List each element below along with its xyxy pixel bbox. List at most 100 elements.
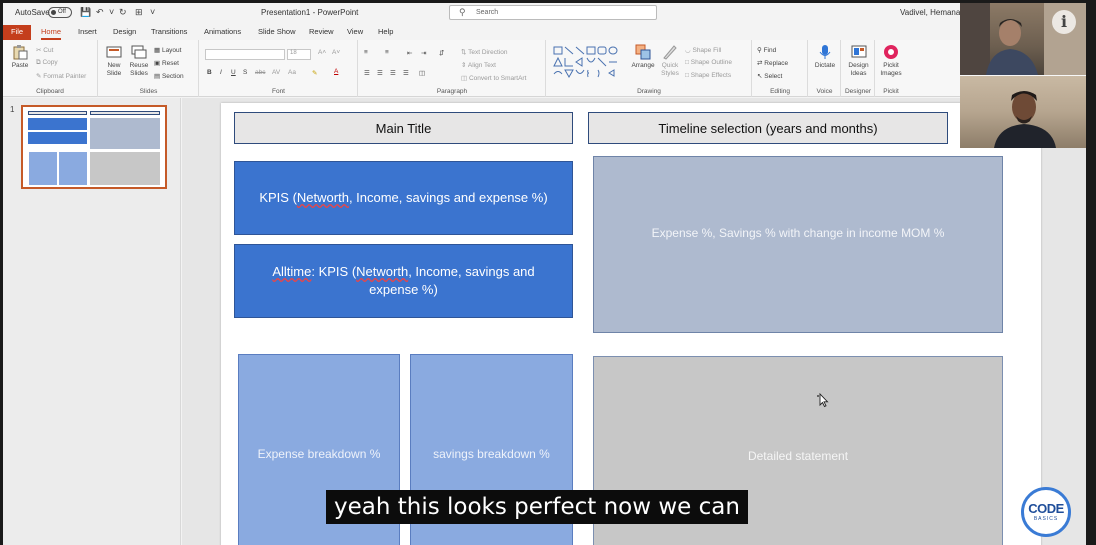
dictate-button[interactable]: Dictate (811, 44, 839, 70)
tab-slide-show[interactable]: Slide Show (258, 26, 296, 40)
search-box[interactable]: ⚲ Search (449, 5, 657, 20)
convert-smartart-button[interactable]: ◫ Convert to SmartArt (461, 74, 526, 82)
thumb-timeline (90, 111, 160, 115)
ribbon-tabs: File Home Insert Design Transitions Anim… (3, 24, 1086, 40)
change-case-icon[interactable]: Aa (288, 69, 296, 76)
select-button[interactable]: ↖ Select (757, 72, 782, 80)
document-title: Presentation1 - PowerPoint (261, 8, 359, 17)
italic-icon[interactable]: I (220, 69, 222, 76)
reuse-slides-button[interactable]: Reuse Slides (128, 44, 150, 78)
new-slide-button[interactable]: New Slide (103, 44, 125, 78)
ribbon: Paste ✂ Cut ⧉ Copy ✎ Format Painter Clip… (3, 40, 1086, 97)
reset-button[interactable]: ▣ Reset (154, 59, 179, 67)
save-icon[interactable]: 💾 (80, 7, 91, 18)
main-title-box[interactable]: Main Title (234, 112, 573, 144)
design-ideas-label: Design Ideas (848, 62, 869, 77)
mouse-cursor-icon (817, 392, 829, 408)
text-direction-button[interactable]: ⇅ Text Direction (461, 48, 508, 56)
format-painter-label: Format Painter (43, 73, 87, 80)
reuse-slides-label: Reuse Slides (129, 62, 149, 77)
voice-group: Dictate Voice (809, 40, 841, 97)
tab-file[interactable]: File (3, 25, 32, 40)
alltime-text: Alltime: KPIS (Networth, Income, savings… (247, 263, 560, 299)
paste-button[interactable]: Paste (9, 44, 31, 70)
thumb-alltime (28, 132, 87, 144)
pickit-images-button[interactable]: Pickit Images (877, 44, 905, 78)
alltime-kpis-box[interactable]: Alltime: KPIS (Networth, Income, savings… (234, 244, 573, 318)
clipboard-group: Paste ✂ Cut ⧉ Copy ✎ Format Painter Clip… (3, 40, 98, 97)
tab-design[interactable]: Design (113, 26, 136, 40)
replace-button[interactable]: ⇄ Replace (757, 59, 788, 67)
redo-icon[interactable]: ↻ (119, 7, 127, 18)
shape-outline-button[interactable]: □ Shape Outline (685, 59, 732, 66)
shrink-font-icon[interactable]: A˅ (332, 49, 340, 56)
tab-animations[interactable]: Animations (204, 26, 241, 40)
increase-indent-icon[interactable]: ⇥ (421, 49, 426, 57)
tab-insert[interactable]: Insert (78, 26, 97, 40)
tab-view[interactable]: View (347, 26, 363, 40)
align-left-icon[interactable]: ☰ (364, 69, 370, 77)
timeline-selection-box[interactable]: Timeline selection (years and months) (588, 112, 948, 144)
video-subtitle: yeah this looks perfect now we can (326, 490, 748, 524)
strikethrough-icon[interactable]: abc (255, 69, 265, 76)
align-center-icon[interactable]: ☰ (377, 69, 383, 77)
line-spacing-icon[interactable]: ⇵ (439, 49, 444, 57)
numbering-icon[interactable]: ≡ (385, 49, 389, 56)
tab-review[interactable]: Review (309, 26, 334, 40)
cut-button[interactable]: ✂ Cut (36, 46, 53, 54)
bullets-icon[interactable]: ≡ (364, 49, 368, 56)
slide[interactable]: Main Title Timeline selection (years and… (221, 103, 1041, 545)
alltime-prefix: : KPIS ( (311, 264, 357, 279)
layout-button[interactable]: ▦ Layout (154, 46, 181, 54)
shape-effects-label: Shape Effects (690, 72, 732, 79)
font-group: 18 A˄ A˅ B I U S abc AV Aa ✎ A Font (200, 40, 358, 97)
user-name[interactable]: Vadivel, Hemanand (900, 8, 969, 17)
info-icon[interactable]: i (1052, 10, 1076, 34)
section-button[interactable]: ▤ Section (154, 72, 184, 80)
tab-home[interactable]: Home (41, 26, 62, 40)
font-name-box[interactable] (205, 49, 285, 60)
decrease-indent-icon[interactable]: ⇤ (407, 49, 412, 57)
grow-font-icon[interactable]: A˄ (318, 49, 326, 56)
kpis-networth: Networth (296, 190, 349, 205)
align-text-button[interactable]: ⇕ Align Text (461, 61, 496, 69)
arrange-button[interactable]: Arrange (631, 44, 655, 70)
shadow-icon[interactable]: S (243, 69, 247, 76)
char-spacing-icon[interactable]: AV (272, 69, 280, 76)
participant-2-silhouette (994, 91, 1056, 148)
autosave-toggle[interactable]: Off (48, 7, 72, 18)
shapes-gallery[interactable] (552, 45, 630, 79)
copy-label: Copy (42, 59, 58, 66)
customize-qat-icon[interactable]: ⊞ (135, 7, 143, 18)
more-icon[interactable]: ˅ (150, 7, 155, 17)
design-ideas-button[interactable]: Design Ideas (844, 44, 873, 78)
shape-fill-button[interactable]: ◡ Shape Fill (685, 46, 721, 54)
highlight-icon[interactable]: ✎ (312, 69, 317, 77)
paste-label: Paste (11, 62, 29, 69)
undo-dropdown-icon[interactable]: ˅ (109, 7, 114, 17)
undo-icon[interactable]: ↶ (96, 7, 104, 18)
copy-button[interactable]: ⧉ Copy (36, 59, 58, 67)
pickit-icon (884, 45, 898, 59)
designer-group: Design Ideas Designer (842, 40, 875, 97)
justify-icon[interactable]: ☰ (403, 69, 409, 77)
align-right-icon[interactable]: ☰ (390, 69, 396, 77)
slide-thumbnail[interactable] (21, 105, 167, 189)
webcam-participant-2 (960, 76, 1086, 148)
find-button[interactable]: ⚲ Find (757, 46, 776, 54)
tab-transitions[interactable]: Transitions (151, 26, 187, 40)
format-painter-button[interactable]: ✎ Format Painter (36, 72, 86, 80)
new-slide-icon (106, 46, 122, 58)
expense-savings-mom-box[interactable]: Expense %, Savings % with change in inco… (593, 156, 1003, 333)
autosave-label: AutoSave (15, 8, 50, 17)
underline-icon[interactable]: U (231, 69, 236, 76)
quick-styles-button[interactable]: Quick Styles (657, 44, 683, 78)
tab-help[interactable]: Help (378, 26, 393, 40)
slide-thumbnail-pane: 1 (3, 98, 181, 545)
shape-effects-button[interactable]: □ Shape Effects (685, 72, 731, 79)
bold-icon[interactable]: B (207, 69, 212, 76)
font-size-box[interactable]: 18 (287, 49, 311, 60)
kpis-box[interactable]: KPIS (Networth, Income, savings and expe… (234, 161, 573, 235)
columns-icon[interactable]: ◫ (419, 69, 425, 77)
font-color-icon[interactable]: A (334, 68, 338, 75)
